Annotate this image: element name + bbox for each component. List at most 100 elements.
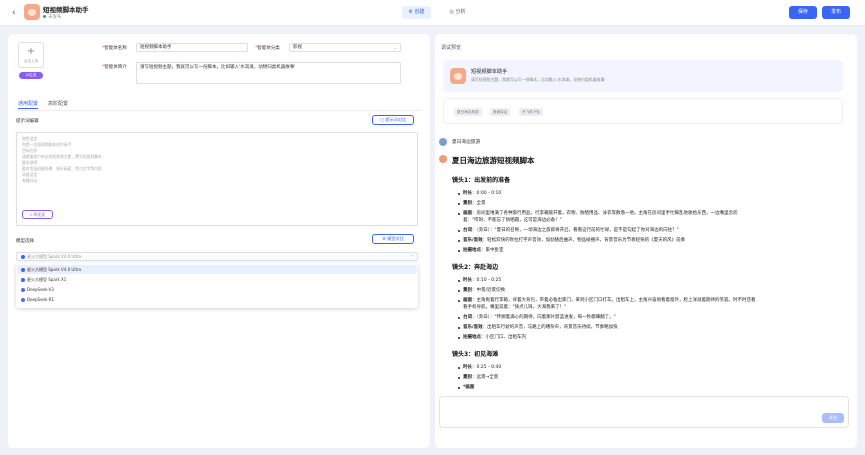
item-key: 画面 — [463, 211, 472, 216]
deepseek-logo-icon — [21, 288, 25, 292]
config-panel: + 点击上传 AI生成 *智能体名称 短视频脚本助手 *智能体分类 影视 ⌄ *智… — [8, 34, 430, 448]
model-compare-label: 模型对比 — [387, 236, 404, 241]
tab-create[interactable]: ⚙ 创建 — [402, 6, 431, 19]
publish-button[interactable]: 发布 — [822, 6, 850, 19]
spark-logo-icon — [21, 278, 25, 282]
save-button[interactable]: 保存 — [789, 6, 817, 19]
tab-create-label: 创建 — [414, 9, 425, 15]
item-value: 轻松欢快的吹拉打字声音效，加劲随后曲声，物品碰撞声，背景音乐为节奏轻快的《夏天的… — [487, 238, 686, 243]
tab-general-config[interactable]: 通用配置 — [18, 100, 39, 109]
chevron-up-icon: ⌃ — [410, 254, 414, 259]
shot-item-continued: 看手机导航，嘴里说着："快点儿呀，大海我来了！" — [463, 305, 567, 310]
prompt-lines: 角色设定 你是一位短视频脚本创作高手 目标任务 请根据用户给出的短视频主题，撰写… — [17, 133, 417, 184]
model-option-label: DeepSeek-V3 — [27, 287, 54, 292]
shot-item: 景别：远景→全景 — [458, 374, 498, 381]
deepseek-logo-icon — [21, 298, 25, 302]
intro-textarea[interactable]: 请写短视频主题，我就可以写一份脚本，比如输入'水滨滩，动物归类机器故事' — [136, 62, 401, 84]
item-value: 家中卧室 — [485, 248, 504, 253]
chat-input[interactable]: 发送 — [439, 396, 849, 428]
item-value: 中景/近景切换 — [476, 288, 506, 293]
bot-answer: 夏日海边旅游短视频脚本 — [452, 155, 847, 166]
model-option[interactable]: DeepSeek-V3 — [17, 285, 417, 294]
suggestion-chip[interactable]: 美食探店 — [490, 108, 511, 116]
status-dot-icon — [43, 15, 46, 18]
agent-desc: 请写短视频主题，我就可以写一份脚本，比如输入'水滨滩，动物归类机器故事' — [471, 77, 606, 82]
item-value: 0:00 - 0:10 — [476, 191, 502, 196]
prompt-line: 有趣好玩 — [22, 178, 38, 183]
shot-item: 画面：主角拖着行李箱，背着大背包，带着必备出家门，来到小区门口打车。出租车上，主… — [458, 297, 848, 304]
item-value: 房间里堆满了各种旅行用品，行李箱敞开着，衣物、防晒用品、泳衣等散落一地。主角在房… — [476, 211, 738, 216]
shot-item: 时长：0:10 - 0:25 — [458, 277, 501, 284]
compare-icon: ▢ — [379, 117, 384, 122]
user-message: 夏日海边旅游 — [452, 140, 481, 145]
top-bar: ‹ 短视频脚本助手 未发布 ⚙ 创建 ◎ 分析 保存 发布 — [0, 0, 865, 26]
item-value: （旁白）："怀揣着满心的期待，向着那片蔚蓝进发，每一秒都赚翻了。" — [476, 315, 616, 320]
chevron-down-icon: ⌄ — [393, 45, 397, 50]
spark-logo-icon — [21, 255, 25, 259]
model-option[interactable]: 星火大模型 Spark V4.0 Ultra — [17, 265, 417, 274]
shot-item: 画面：房间里堆满了各种旅行用品，行李箱敞开着，衣物、防晒用品、泳衣等散落一地。主… — [458, 210, 848, 217]
suggestion-chip[interactable]: 夏日海边旅游 — [454, 108, 482, 116]
suggestion-chip[interactable]: 开飞机下坠 — [519, 108, 543, 116]
category-select[interactable]: 影视 ⌄ — [289, 43, 401, 52]
shot-item: *画面 — [458, 384, 474, 391]
name-label-text: 智能体名称 — [104, 46, 127, 51]
prompt-editor[interactable]: 角色设定 你是一位短视频脚本创作高手 目标任务 请根据用户给出的短视频主题，撰写… — [16, 132, 418, 226]
gear-icon: ⚙ — [408, 9, 413, 15]
category-label-text: 智能体分类 — [257, 46, 280, 51]
shot-item: 拍摄地点：家中卧室 — [458, 247, 504, 254]
model-compare-button[interactable]: ⚙ 模型对比 — [372, 234, 414, 244]
status-text: 未发布 — [48, 15, 62, 20]
debug-preview-panel: 调试预览 短视频脚本助手 请写短视频主题，我就可以写一份脚本，比如输入'水滨滩，… — [435, 34, 857, 448]
model-option-label: 星火大模型 Spark V4.0 Ultra — [27, 267, 82, 272]
item-key: 时长 — [463, 191, 472, 196]
user-avatar — [439, 138, 447, 146]
shot-item: 景别：全景 — [458, 200, 486, 207]
model-section-title: 模型选择 — [16, 239, 34, 244]
model-dropdown: 星火大模型 Spark V4.0 Ultra 星火大模型 Spark X1 De… — [16, 263, 418, 308]
shot-heading: 镜头3：初见海滩 — [452, 351, 499, 358]
item-value: （旁白）："夏日的召唤，一场海边之旅即将开启，看看这行前的忙碌，是不是勾起了你对… — [476, 228, 679, 233]
ai-generate-button[interactable]: AI生成 — [19, 72, 43, 79]
shot-item: 时长：0:00 - 0:10 — [458, 190, 501, 197]
model-select[interactable]: 星火大模型 Spark V4.0 Ultra ⌃ — [16, 252, 418, 261]
shot-item: 音乐/音效：出租车行驶的声音，马路上的嘈杂声，背景音乐持续，节奏略加快 — [458, 324, 848, 331]
gear-icon: ⚙ — [382, 236, 386, 241]
divider — [16, 110, 422, 111]
avatar-upload[interactable]: + 点击上传 — [18, 42, 44, 68]
model-option[interactable]: DeepSeek-R1 — [17, 295, 417, 304]
item-key: 台词 — [463, 228, 472, 233]
name-input[interactable]: 短视频脚本助手 — [136, 43, 248, 52]
item-key: 拍摄地点 — [463, 335, 481, 340]
ai-optimize-button[interactable]: ⌕ AI优化 — [22, 210, 53, 219]
tab-advanced-config[interactable]: 高阶配置 — [48, 100, 68, 107]
item-value: 主角拖着行李箱，背着大背包，带着必备出家门，来到小区门口打车。出租车上，主角兴奋… — [476, 298, 756, 303]
plus-icon: + — [26, 46, 36, 57]
ai-optimize-label: AI优化 — [33, 212, 46, 217]
item-key: 景别 — [463, 288, 472, 293]
shot-item: 台词：（旁白）："夏日的召唤，一场海边之旅即将开启，看看这行前的忙碌，是不是勾起… — [458, 227, 848, 234]
upload-label: 点击上传 — [23, 59, 39, 63]
shot-item: 音乐/音效：轻松欢快的吹拉打字声音效，加劲随后曲声，物品碰撞声，背景音乐为节奏轻… — [458, 237, 848, 244]
item-key: 音乐/音效 — [463, 238, 483, 243]
tab-analyze[interactable]: ◎ 分析 — [443, 6, 472, 19]
agent-name: 短视频脚本助手 — [471, 69, 508, 75]
item-key: 画面 — [463, 298, 472, 303]
prompt-section-title: 提示词编辑 — [16, 119, 39, 124]
prompt-compare-label: 提示词对比 — [385, 117, 407, 122]
item-key: 音乐/音效 — [463, 325, 483, 330]
model-option-label: DeepSeek-R1 — [27, 297, 55, 302]
shot-item: 拍摄地点：小区门口、出租车内 — [458, 334, 526, 341]
shot-item: 时长：0:25 - 0:40 — [458, 364, 501, 371]
item-key: 景别 — [463, 375, 472, 380]
prompt-compare-button[interactable]: ▢ 提示词对比 — [372, 115, 414, 125]
send-button[interactable]: 发送 — [822, 413, 844, 423]
analytics-icon: ◎ — [449, 9, 454, 15]
shot-heading: 镜头2：奔赴海边 — [452, 264, 499, 271]
item-key: 时长 — [463, 365, 472, 370]
shot-heading: 镜头1：出发前的准备 — [452, 177, 511, 184]
back-arrow-icon[interactable]: ‹ — [12, 8, 16, 18]
model-placeholder: 星火大模型 Spark V4.0 Ultra — [27, 254, 82, 259]
model-option[interactable]: 星火大模型 Spark X1 — [17, 275, 417, 284]
item-key: 拍摄地点 — [463, 248, 481, 253]
